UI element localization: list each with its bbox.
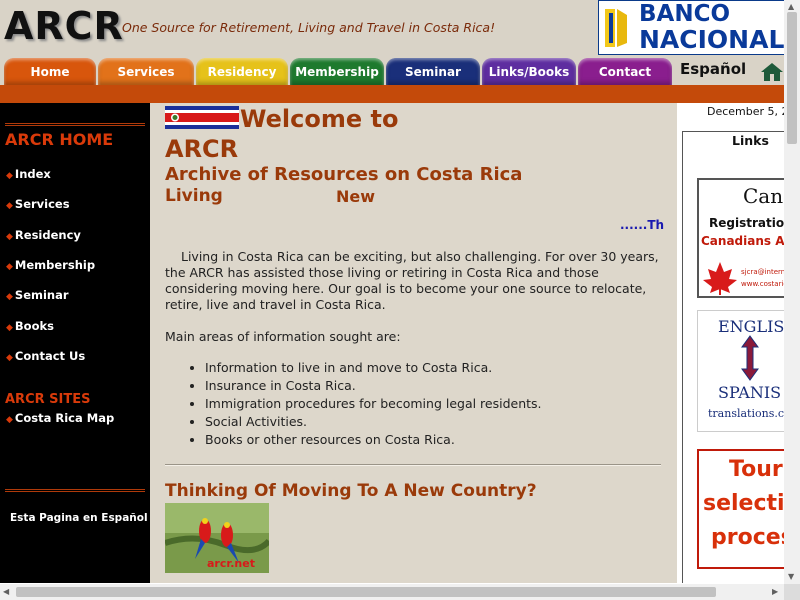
sidebar-item-membership[interactable]: ◆ Membership [6,258,95,272]
tab-membership[interactable]: Membership [290,58,384,86]
moving-heading: Thinking Of Moving To A New Country? [165,481,537,501]
ad-text: ENGLIS [718,317,784,336]
ad-text: translations.c [708,407,784,420]
parrots-photo[interactable]: arcr.net [165,503,269,573]
bank-logo-icon [605,9,627,47]
ad-text: Canadians Ab [701,234,784,248]
sidebar-item-label: Services [14,197,70,211]
sidebar-item-label: Costa Rica Map [14,411,115,425]
list-item: Information to live in and move to Costa… [205,359,542,377]
tab-contact[interactable]: Contact [578,58,672,86]
sidebar-item-label: Residency [14,228,81,242]
horizontal-scroll-thumb[interactable] [16,587,716,597]
maple-leaf-icon [703,262,737,295]
new-label: New [336,187,376,206]
info-areas-list: Information to live in and move to Costa… [205,359,542,449]
bullet-icon: ◆ [6,353,13,363]
intro-paragraph: Living in Costa Rica can be exciting, bu… [165,249,659,312]
photo-caption: arcr.net [207,557,255,570]
sidebar-item-seminar[interactable]: ◆ Seminar [6,288,69,302]
sidebar-sites-title: ARCR SITES [5,392,91,407]
ad-text: sjcra@internat [741,268,784,276]
sidebar-item-index[interactable]: ◆ Index [6,167,51,181]
sidebar-item-label: Seminar [14,288,69,302]
right-column: December 5, 2 Links Cana Registration Ca… [677,103,784,583]
page-subtitle: Archive of Resources on Costa Rica [165,164,523,185]
sidebar-item-costa-rica-map[interactable]: ◆ Costa Rica Map [6,411,114,425]
site-logo[interactable]: ARCR [4,4,124,48]
sidebar-divider [5,489,145,492]
spanish-language-link[interactable]: Español [680,60,746,78]
arcr-heading: ARCR [165,135,239,163]
left-sidebar: ARCR HOME ◆ Index ◆ Services ◆ Residency ◆ M… [0,103,150,583]
tab-links-books[interactable]: Links/Books [482,58,576,86]
bullet-icon: ◆ [6,171,13,181]
tab-residency[interactable]: Residency [196,58,288,86]
ad-text: Registration [709,216,784,230]
tab-home[interactable]: Home [4,58,96,86]
vertical-scroll-thumb[interactable] [787,12,797,144]
site-tagline: One Source for Retirement, Living and Tr… [122,20,496,35]
bullet-icon: ◆ [6,415,13,425]
list-item: Books or other resources on Costa Rica. [205,431,542,449]
tour-selection-ad[interactable]: Tour selecti proces [697,449,784,569]
bullet-icon: ◆ [6,232,13,242]
bullet-icon: ◆ [6,323,13,333]
up-down-arrow-icon [741,335,759,381]
section-divider [165,464,661,466]
sidebar-item-services[interactable]: ◆ Services [6,197,70,211]
ad-text: Tour [729,457,783,482]
sidebar-item-label: Membership [14,258,96,272]
costa-rica-flag-icon [165,106,239,129]
header-accent-bar [0,85,784,103]
main-nav-tabs: Home Services Residency Membership Semin… [0,58,784,86]
sidebar-item-books[interactable]: ◆ Books [6,319,54,333]
news-ticker[interactable]: ......Th [620,218,664,232]
links-title: Links [732,133,769,148]
list-item: Social Activities. [205,413,542,431]
bank-name-line2: NACIONAL [639,25,784,54]
scroll-right-icon[interactable]: ▶ [772,587,778,597]
living-label: Living [165,186,223,206]
bullet-icon: ◆ [6,262,13,272]
info-sought-label: Main areas of information sought are: [165,329,401,344]
ad-text: Cana [743,184,784,208]
scroll-down-icon[interactable]: ▼ [788,572,794,582]
bullet-icon: ◆ [6,201,13,211]
scroll-left-icon[interactable]: ◀ [3,587,9,597]
sidebar-item-residency[interactable]: ◆ Residency [6,228,81,242]
current-date: December 5, 2 [707,105,784,118]
ad-text: selecti [703,491,784,516]
sidebar-section-title: ARCR HOME [5,130,114,149]
sidebar-item-contact-us[interactable]: ◆ Contact Us [6,349,85,363]
translations-ad[interactable]: ENGLIS SPANIS translations.c [697,310,784,432]
site-header: ARCR One Source for Retirement, Living a… [0,0,784,103]
bank-name-line1: BANCO [639,1,731,27]
sidebar-divider [5,123,145,126]
list-item: Immigration procedures for becoming lega… [205,395,542,413]
home-icon[interactable] [760,62,784,82]
spanish-page-link[interactable]: Esta Pagina en Español [10,512,148,524]
sidebar-item-label: Contact Us [14,349,86,363]
bullet-icon: ◆ [6,292,13,302]
ad-text: SPANIS [718,383,782,402]
tab-services[interactable]: Services [98,58,194,86]
ad-text: proces [711,525,784,550]
tab-seminar[interactable]: Seminar [386,58,480,86]
main-content: Welcome to ARCR Archive of Resources on … [150,103,677,583]
sidebar-item-label: Books [14,319,54,333]
bank-banner-ad[interactable]: BANCO NACIONAL [598,0,784,55]
scroll-up-icon[interactable]: ▲ [788,2,794,12]
ad-text: www.costarica [741,280,784,288]
list-item: Insurance in Costa Rica. [205,377,542,395]
scrollbar-corner [784,584,800,600]
sidebar-item-label: Index [14,167,51,181]
welcome-heading: Welcome to [240,105,399,133]
canadian-registration-ad[interactable]: Cana Registration Canadians Ab sjcra@int… [697,178,784,298]
